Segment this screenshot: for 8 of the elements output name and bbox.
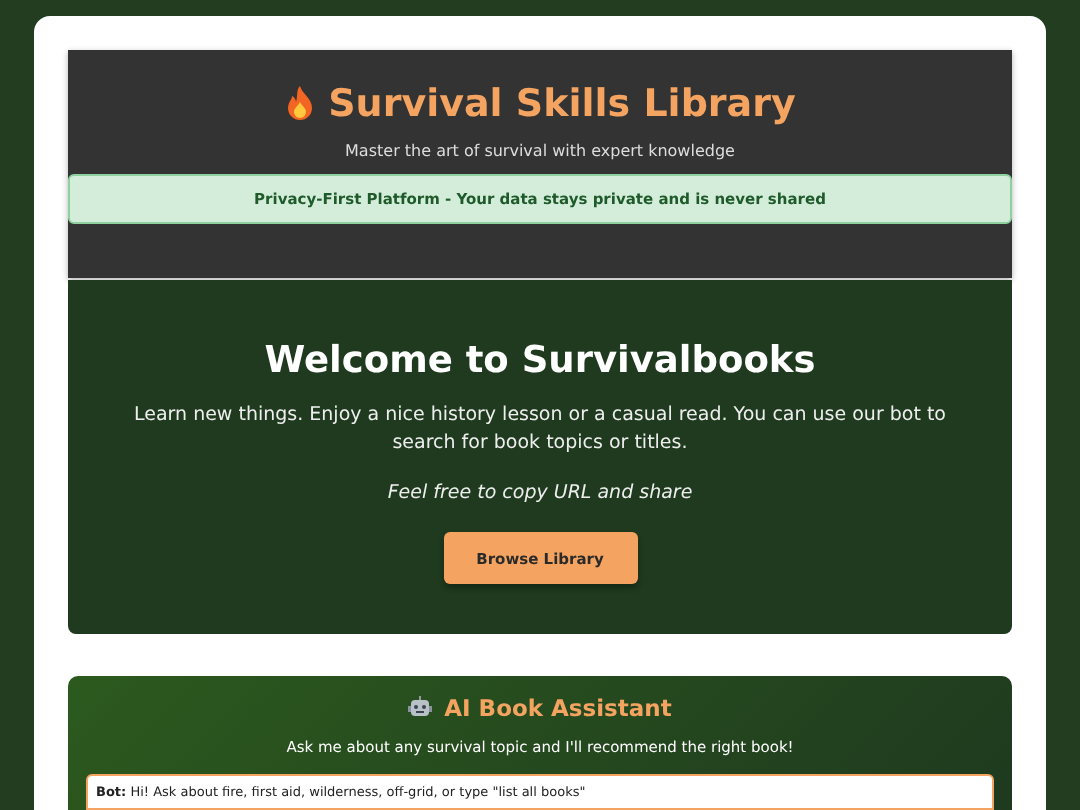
assistant-title: AI Book Assistant [444, 694, 672, 722]
share-note: Feel free to copy URL and share [387, 482, 693, 504]
welcome-title: Welcome to Survivalbooks [264, 340, 816, 382]
welcome-text: Learn new things. Enjoy a nice history lesson or a casual read. You can use our bot to search for book topics or titles. [132, 402, 948, 458]
flame-icon [284, 86, 317, 122]
site-title: Survival Skills Library [328, 82, 796, 126]
site-subtitle: Master the art of survival with expert knowledge [345, 142, 735, 160]
robot-icon [408, 696, 433, 720]
